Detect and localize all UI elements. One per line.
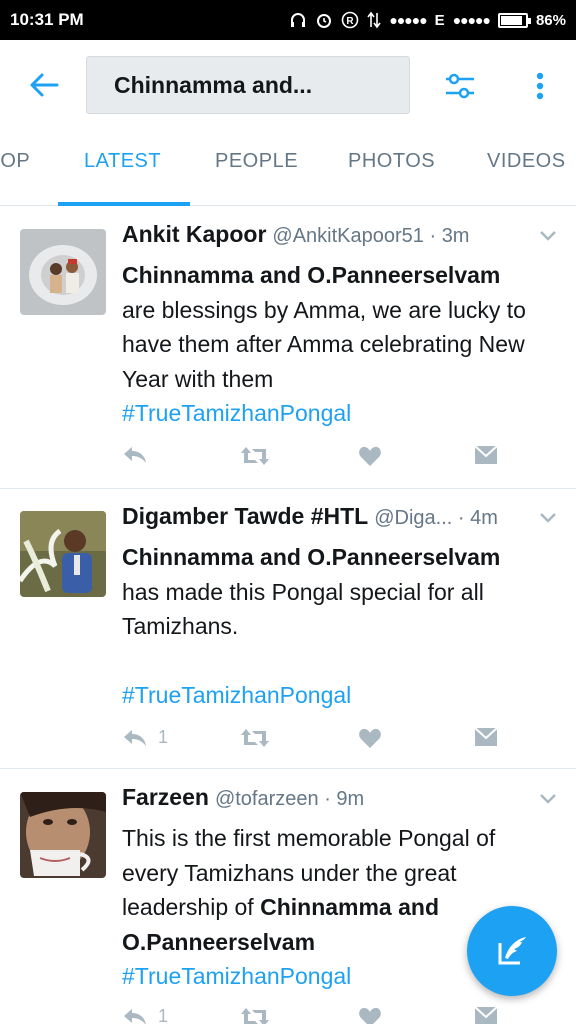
reply-icon bbox=[124, 729, 146, 746]
hashtag-link[interactable]: #TrueTamizhanPongal bbox=[122, 682, 351, 708]
avatar[interactable] bbox=[20, 229, 106, 315]
filter-button[interactable] bbox=[440, 66, 480, 106]
reply-count: 1 bbox=[158, 727, 169, 747]
tweet-text: Chinnamma and O.Panneerselvam has made t… bbox=[122, 540, 552, 713]
reply-icon bbox=[124, 1008, 146, 1024]
signal-strength-icon: ●●●●● bbox=[389, 12, 427, 28]
search-tabs: TOP LATEST PEOPLE PHOTOS VIDEOS bbox=[0, 130, 576, 206]
chevron-down-icon[interactable] bbox=[538, 792, 558, 806]
retweet-icon bbox=[241, 729, 269, 747]
filter-icon bbox=[446, 73, 474, 99]
direct-message-button[interactable] bbox=[474, 727, 498, 747]
back-arrow-icon bbox=[30, 73, 59, 97]
reply-count: 1 bbox=[158, 1006, 169, 1024]
search-toolbar: Chinnamma and... bbox=[0, 40, 576, 130]
reply-button[interactable]: 1 bbox=[122, 727, 168, 748]
battery-level: 86% bbox=[535, 11, 566, 29]
tweet-body-text: has made this Pongal special for all Tam… bbox=[122, 578, 484, 640]
status-icons: R ●●●●● E ●●●●● 86% bbox=[289, 11, 566, 29]
tweet-header: Farzeen @tofarzeen · 9m bbox=[122, 784, 556, 818]
status-time: 10:31 PM bbox=[10, 10, 84, 29]
tab-videos[interactable]: VIDEOS bbox=[487, 150, 566, 173]
tweet-author-handle[interactable]: @AnkitKapoor51 bbox=[272, 225, 424, 248]
dm-icon bbox=[474, 727, 498, 746]
tweet-timestamp: 9m bbox=[336, 788, 365, 810]
back-button[interactable] bbox=[24, 67, 64, 103]
reply-button[interactable]: 1 bbox=[122, 1006, 168, 1024]
direct-message-button[interactable] bbox=[474, 1006, 498, 1024]
tweet-header: Digamber Tawde #HTL @Diga... · 4m bbox=[122, 503, 556, 537]
like-icon bbox=[359, 446, 381, 466]
tweet-timestamp: 3m bbox=[441, 225, 470, 247]
data-transfer-icon bbox=[367, 11, 382, 29]
dm-icon bbox=[474, 445, 498, 464]
like-icon bbox=[359, 728, 381, 748]
hashtag-link[interactable]: #TrueTamizhanPongal bbox=[122, 963, 351, 989]
tweet-author-name[interactable]: Ankit Kapoor bbox=[122, 221, 266, 248]
tweet-actions bbox=[122, 445, 502, 475]
tweet-time-sep: · bbox=[318, 788, 337, 810]
tweet-bold-text: Chinnamma and O.Panneerselvam bbox=[122, 544, 501, 570]
retweet-button[interactable] bbox=[240, 727, 270, 749]
tweet-card[interactable]: Ankit Kapoor @AnkitKapoor51 · 3m Chinnam… bbox=[0, 207, 576, 489]
svg-text:R: R bbox=[347, 16, 355, 27]
avatar[interactable] bbox=[20, 511, 106, 597]
reply-button[interactable] bbox=[122, 445, 148, 465]
compose-tweet-button[interactable] bbox=[467, 906, 557, 996]
search-input[interactable]: Chinnamma and... bbox=[86, 56, 410, 114]
retweet-icon bbox=[241, 1008, 269, 1024]
signal-strength-2-icon: ●●●●● bbox=[452, 12, 491, 28]
tweet-actions: 1 bbox=[122, 1006, 502, 1024]
more-options-button[interactable] bbox=[524, 66, 556, 106]
tab-latest[interactable]: LATEST bbox=[84, 150, 161, 173]
retweet-icon bbox=[241, 447, 269, 465]
avatar[interactable] bbox=[20, 792, 106, 878]
hashtag-link[interactable]: #TrueTamizhanPongal bbox=[122, 400, 351, 426]
more-vert-icon bbox=[536, 72, 544, 100]
tab-people[interactable]: PEOPLE bbox=[215, 150, 298, 173]
tweet-text: Chinnamma and O.Panneerselvam are blessi… bbox=[122, 258, 552, 431]
tweet-body-text: are blessings by Amma, we are lucky to h… bbox=[122, 296, 526, 392]
battery-icon bbox=[497, 12, 531, 28]
tweet-time-sep: · bbox=[423, 225, 442, 247]
like-icon bbox=[359, 1007, 381, 1024]
tweet-author-name[interactable]: Farzeen bbox=[122, 784, 209, 811]
tweet-time-sep: · bbox=[452, 507, 471, 529]
tweet-header: Ankit Kapoor @AnkitKapoor51 · 3m bbox=[122, 221, 556, 255]
alarm-icon bbox=[315, 11, 333, 29]
tweet-bold-text: Chinnamma and O.Panneerselvam bbox=[122, 262, 501, 288]
like-button[interactable] bbox=[358, 445, 382, 467]
headphone-icon bbox=[289, 11, 307, 29]
compose-icon bbox=[498, 937, 526, 965]
tweet-author-handle[interactable]: @Diga... bbox=[374, 507, 452, 530]
registered-icon: R bbox=[341, 11, 359, 29]
tab-photos[interactable]: PHOTOS bbox=[348, 150, 435, 173]
tweet-author-name[interactable]: Digamber Tawde #HTL bbox=[122, 503, 368, 530]
tab-top[interactable]: TOP bbox=[0, 150, 30, 173]
retweet-button[interactable] bbox=[240, 445, 270, 467]
like-button[interactable] bbox=[358, 1006, 382, 1024]
direct-message-button[interactable] bbox=[474, 445, 498, 465]
retweet-button[interactable] bbox=[240, 1006, 270, 1024]
reply-icon bbox=[124, 447, 146, 463]
active-tab-indicator bbox=[58, 202, 190, 206]
chevron-down-icon[interactable] bbox=[538, 511, 558, 525]
chevron-down-icon[interactable] bbox=[538, 229, 558, 243]
tweet-actions: 1 bbox=[122, 727, 502, 757]
dm-icon bbox=[474, 1006, 498, 1024]
network-type: E bbox=[434, 11, 445, 29]
tweet-card[interactable]: Digamber Tawde #HTL @Diga... · 4m Chinna… bbox=[0, 489, 576, 769]
tweet-timestamp: 4m bbox=[470, 507, 498, 529]
like-button[interactable] bbox=[358, 727, 382, 749]
tweet-author-handle[interactable]: @tofarzeen bbox=[215, 788, 319, 811]
status-bar: 10:31 PM R ●●●●● E ●●●●● 86% bbox=[0, 0, 576, 40]
